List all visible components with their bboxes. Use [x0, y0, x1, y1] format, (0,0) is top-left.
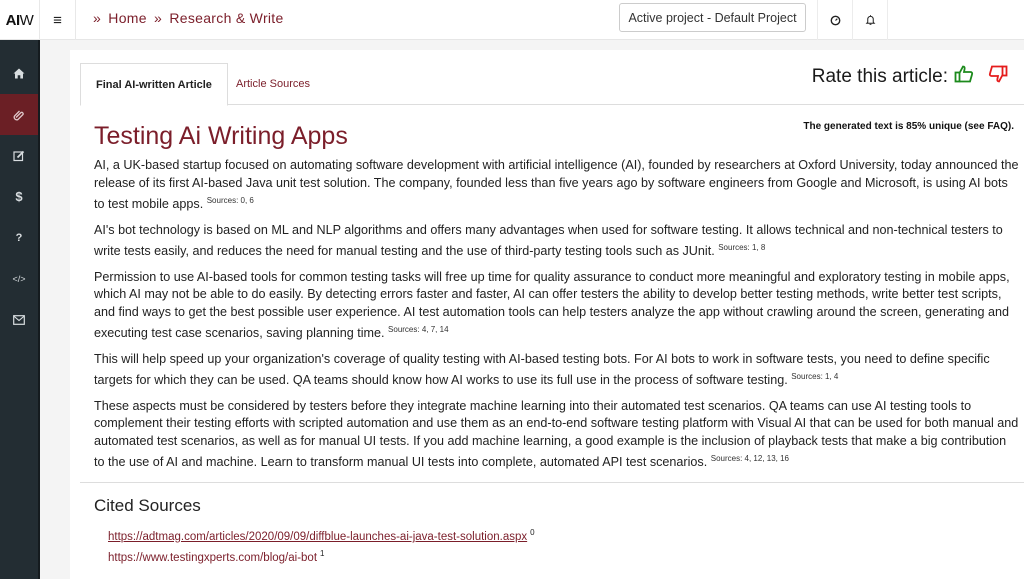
breadcrumb: » Home » Research & Write [93, 10, 287, 26]
source-index: 0 [530, 528, 535, 537]
menu-toggle-button[interactable]: ≡ [40, 0, 76, 40]
sidebar-item-research[interactable] [0, 94, 38, 135]
sidebar-item-write[interactable] [0, 135, 38, 176]
home-icon [13, 68, 25, 79]
sidebar-item-home[interactable] [0, 53, 38, 94]
logo-bold: AI [5, 11, 21, 29]
bell-icon [865, 15, 875, 25]
paragraph-text: AI's bot technology is based on ML and N… [94, 222, 1003, 259]
paragraph-sources: Sources: 4, 7, 14 [388, 325, 449, 334]
section-divider [80, 482, 1024, 483]
envelope-icon [13, 314, 25, 325]
logo-rest: W [19, 11, 34, 29]
breadcrumb-research-write[interactable]: Research & Write [169, 10, 283, 26]
paragraph-sources: Sources: 1, 4 [791, 372, 839, 381]
paragraph-text: Permission to use AI-based tools for com… [94, 269, 1010, 341]
article-paragraph: AI, a UK-based startup focused on automa… [94, 157, 1019, 214]
paragraph-sources: Sources: 0, 6 [206, 196, 254, 205]
source-item: https://www.testingxperts.com/blog/ai-bo… [108, 549, 535, 564]
source-link[interactable]: https://adtmag.com/articles/2020/09/09/d… [108, 531, 527, 543]
article-paragraph: Permission to use AI-based tools for com… [94, 269, 1019, 343]
sidebar-item-help[interactable]: ? [0, 217, 38, 258]
thumbs-up-icon [954, 65, 974, 83]
article-body: Testing Ai Writing Apps AI, a UK-based s… [94, 122, 1019, 482]
paragraph-text: These aspects must be considered by test… [94, 398, 1019, 470]
sidebar-item-contact[interactable] [0, 299, 38, 340]
hamburger-icon: ≡ [53, 11, 62, 29]
article-title: Testing Ai Writing Apps [94, 122, 348, 150]
notifications-button[interactable] [852, 0, 888, 40]
tab-final-article[interactable]: Final AI-written Article [80, 63, 228, 106]
paperclip-icon [13, 110, 24, 120]
article-paragraph: These aspects must be considered by test… [94, 398, 1019, 472]
top-navbar: AI W ≡ » Home » Research & Write Active p… [0, 0, 1024, 40]
sidebar-item-api[interactable]: </> [0, 258, 38, 299]
breadcrumb-separator: » [93, 10, 102, 26]
thumbs-up-button[interactable] [954, 64, 974, 90]
breadcrumb-home[interactable]: Home [108, 10, 147, 26]
rate-article: Rate this article: [812, 64, 1008, 90]
question-icon: ? [15, 231, 23, 244]
source-link[interactable]: https://www.testingxperts.com/blog/ai-bo… [108, 552, 317, 564]
source-item: https://adtmag.com/articles/2020/09/09/d… [108, 528, 535, 543]
paragraph-sources: Sources: 1, 8 [718, 243, 766, 252]
paragraph-text: This will help speed up your organizatio… [94, 351, 990, 388]
source-index: 1 [320, 549, 325, 558]
rate-label: Rate this article: [811, 66, 948, 87]
thumbs-down-icon [988, 65, 1008, 83]
breadcrumb-separator: » [154, 10, 163, 26]
sidebar-item-billing[interactable]: $ [0, 176, 38, 217]
thumbs-down-button[interactable] [988, 64, 1008, 90]
edit-icon [13, 150, 25, 161]
code-icon: </> [12, 273, 26, 284]
active-project-button[interactable]: Active project - Default Project [619, 3, 806, 32]
cited-sources: Cited Sources https://adtmag.com/article… [94, 496, 535, 570]
paragraph-sources: Sources: 4, 12, 13, 16 [710, 454, 790, 463]
tab-article-sources[interactable]: Article Sources [221, 63, 325, 105]
cited-sources-heading: Cited Sources [94, 496, 201, 515]
sidebar: $ ? </> [0, 40, 40, 579]
article-paragraph: This will help speed up your organizatio… [94, 351, 1019, 390]
article-card: Final AI-written Article Article Sources… [70, 50, 1024, 579]
app-logo[interactable]: AI W [0, 0, 40, 40]
history-button[interactable] [817, 0, 853, 40]
dollar-icon: $ [15, 189, 23, 204]
clock-icon [830, 15, 841, 25]
article-paragraph: AI's bot technology is based on ML and N… [94, 222, 1019, 261]
